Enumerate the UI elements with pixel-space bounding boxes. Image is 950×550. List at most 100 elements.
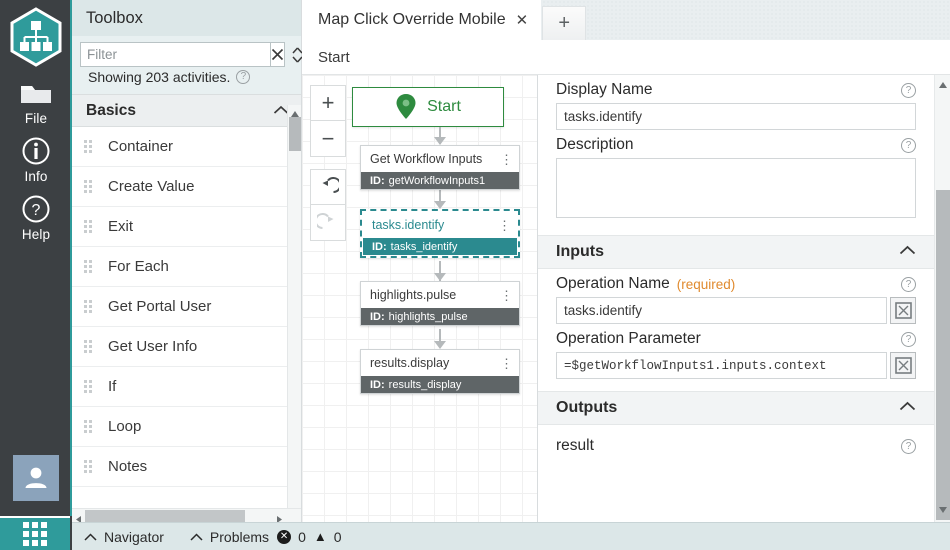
drag-handle-icon[interactable] (84, 220, 92, 233)
user-avatar-icon (25, 467, 47, 488)
status-error-count[interactable]: ✕ 0 (277, 529, 306, 545)
drag-handle-icon[interactable] (84, 140, 92, 153)
properties-vertical-scrollbar[interactable] (934, 75, 950, 550)
required-badge: (required) (676, 276, 736, 292)
status-problems[interactable]: Problems (190, 529, 269, 545)
new-tab-button[interactable]: + (542, 6, 587, 40)
section-inputs[interactable]: Inputs (538, 235, 934, 269)
scroll-up-arrow-icon[interactable] (290, 106, 300, 117)
list-item[interactable]: Get Portal User (72, 287, 301, 327)
rail-item-help[interactable]: ? Help (0, 192, 72, 242)
node-menu-icon[interactable]: ⋮ (500, 357, 513, 370)
list-item[interactable]: Get User Info (72, 327, 301, 367)
scroll-down-arrow-icon[interactable] (938, 502, 948, 520)
drag-handle-icon[interactable] (84, 460, 92, 473)
toolbox-horizontal-scrollbar[interactable] (72, 508, 301, 523)
list-item[interactable]: Exit (72, 207, 301, 247)
status-warning-count[interactable]: ▲ 0 (314, 529, 342, 545)
description-textarea[interactable] (556, 158, 916, 218)
close-icon[interactable]: ✕ (516, 11, 529, 29)
undo-button[interactable] (310, 169, 346, 205)
list-item[interactable]: Container (72, 127, 301, 167)
node-id-bar: ID: tasks_identify (363, 238, 517, 255)
help-icon[interactable]: ? (901, 82, 916, 98)
drag-handle-icon[interactable] (84, 180, 92, 193)
drag-handle-icon[interactable] (84, 420, 92, 433)
drag-handle-icon[interactable] (84, 340, 92, 353)
start-node[interactable]: Start (352, 87, 504, 127)
node-id-value: results_display (388, 378, 462, 391)
scroll-up-arrow-icon[interactable] (938, 77, 948, 95)
expand-editor-icon (894, 357, 912, 374)
node-results-display[interactable]: results.display ⋮ ID: results_display (360, 349, 520, 394)
node-highlights-pulse[interactable]: highlights.pulse ⋮ ID: highlights_pulse (360, 281, 520, 326)
zoom-in-button[interactable]: + (310, 85, 346, 121)
help-icon[interactable]: ? (901, 438, 916, 454)
help-icon[interactable]: ? (901, 137, 916, 153)
node-id-bar: ID: highlights_pulse (361, 308, 519, 325)
help-icon[interactable]: ? (236, 70, 251, 84)
list-item-label: Loop (108, 418, 142, 435)
section-inputs-label: Inputs (556, 243, 604, 260)
filter-input[interactable] (80, 42, 271, 67)
avatar[interactable] (13, 455, 59, 501)
tab-bar: Map Click Override Mobile ✕ + (302, 0, 950, 40)
expand-editor-button[interactable] (890, 352, 916, 379)
list-item-label: Notes (108, 458, 148, 475)
node-menu-icon[interactable]: ⋮ (500, 289, 513, 302)
arrow-icon (434, 341, 446, 349)
node-id-bar: ID: getWorkflowInputs1 (361, 172, 519, 189)
error-count: 0 (298, 528, 306, 545)
toolbox-group-basics[interactable]: Basics (72, 94, 301, 127)
chevron-up-icon (899, 399, 916, 417)
node-menu-icon[interactable]: ⋮ (500, 153, 513, 166)
node-tasks-identify[interactable]: tasks.identify ⋮ ID: tasks_identify (360, 209, 520, 258)
rail-item-info[interactable]: Info (0, 134, 72, 184)
operation-name-row (556, 297, 916, 324)
app-logo[interactable] (7, 6, 65, 68)
node-get-workflow-inputs[interactable]: Get Workflow Inputs ⋮ ID: getWorkflowInp… (360, 145, 520, 190)
list-item[interactable]: Loop (72, 407, 301, 447)
properties-content: Display Name ? Description ? Inputs (538, 75, 934, 550)
toolbox-vertical-scrollbar[interactable] (287, 105, 301, 520)
description-label-row: Description ? (556, 136, 916, 154)
node-title-row: tasks.identify ⋮ (363, 212, 517, 238)
scrollbar-thumb[interactable] (85, 510, 245, 522)
expand-editor-button[interactable] (890, 297, 916, 324)
error-circle-icon: ✕ (277, 529, 292, 544)
app-grid-button[interactable] (0, 516, 70, 550)
clear-filter-button[interactable] (271, 42, 285, 67)
list-item[interactable]: For Each (72, 247, 301, 287)
status-navigator[interactable]: Navigator (84, 529, 164, 545)
list-item[interactable]: Create Value (72, 167, 301, 207)
operation-parameter-input[interactable] (556, 352, 887, 379)
workspace: + − Start Get Workflow Inputs ⋮ ID: getW… (302, 75, 950, 550)
scrollbar-thumb[interactable] (936, 190, 950, 520)
description-label: Description (556, 136, 634, 153)
drag-handle-icon[interactable] (84, 300, 92, 313)
section-outputs[interactable]: Outputs (538, 391, 934, 425)
breadcrumb-item-start[interactable]: Start (318, 49, 350, 66)
left-rail: File Info ? Help (0, 0, 72, 550)
breadcrumb: Start (302, 40, 950, 75)
operation-name-input[interactable] (556, 297, 887, 324)
scrollbar-thumb[interactable] (289, 117, 301, 151)
zoom-out-button[interactable]: − (310, 121, 346, 157)
warning-triangle-icon: ▲ (313, 529, 327, 544)
toolbox-group-label: Basics (86, 101, 136, 119)
rail-item-file[interactable]: File (0, 76, 72, 126)
rail-item-label: File (24, 111, 48, 126)
help-icon[interactable]: ? (901, 331, 916, 347)
help-icon[interactable]: ? (901, 276, 916, 292)
list-item[interactable]: If (72, 367, 301, 407)
workflow-canvas[interactable]: + − Start Get Workflow Inputs ⋮ ID: getW… (302, 75, 537, 550)
tab-map-click-override-mobile[interactable]: Map Click Override Mobile ✕ (302, 0, 542, 40)
drag-handle-icon[interactable] (84, 380, 92, 393)
drag-handle-icon[interactable] (84, 260, 92, 273)
display-name-label-row: Display Name ? (556, 81, 916, 99)
node-menu-icon[interactable]: ⋮ (498, 219, 511, 232)
display-name-input[interactable] (556, 103, 916, 130)
node-id-prefix: ID: (370, 310, 385, 323)
list-item[interactable]: Notes (72, 447, 301, 487)
operation-parameter-label: Operation Parameter (556, 330, 701, 347)
